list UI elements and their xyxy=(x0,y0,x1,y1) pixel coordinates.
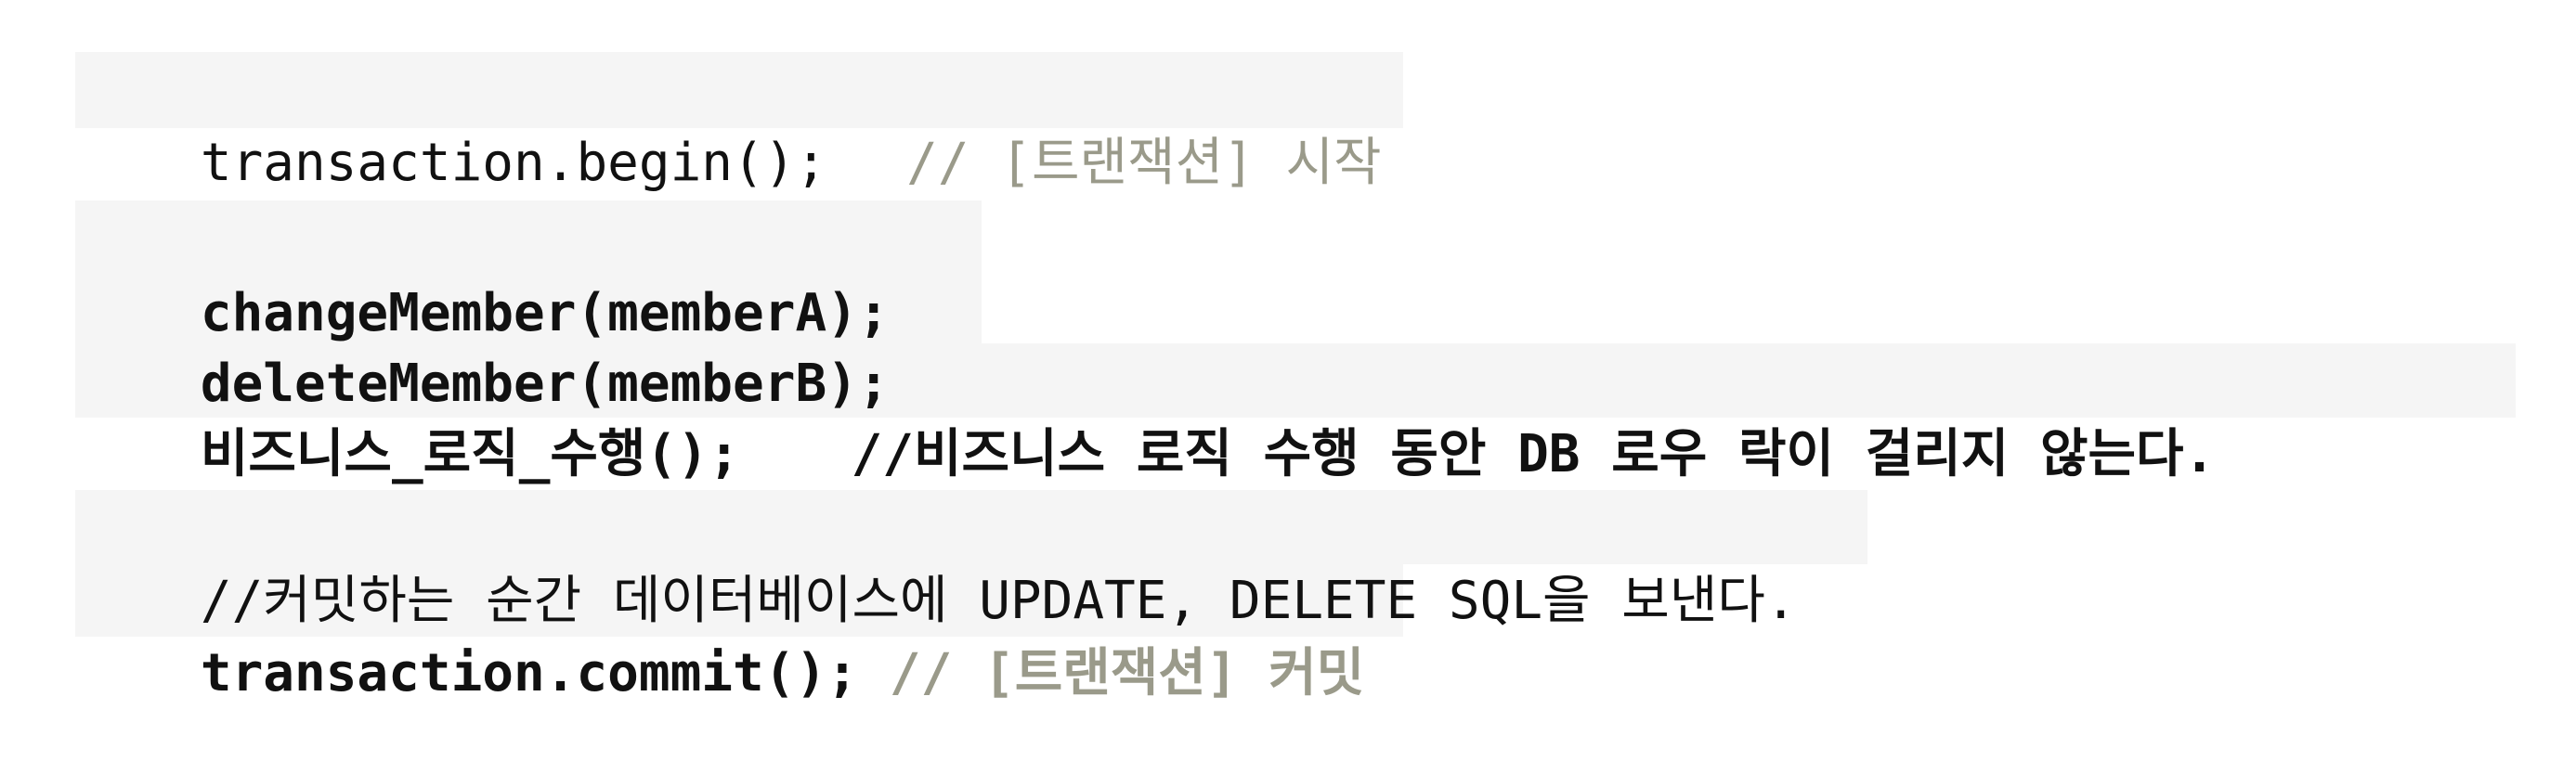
code-line-1: transaction.begin(); // [트랜잭션] 시작 xyxy=(75,52,1382,193)
business-logic-call: 비즈니스_로직_수행(); xyxy=(200,424,740,484)
commit-call: transaction.commit(); xyxy=(200,643,858,703)
business-logic-comment: //비즈니스 로직 수행 동안 DB 로우 락이 걸리지 않는다. xyxy=(851,424,2216,484)
code-line-5: //커밋하는 순간 데이터베이스에 UPDATE, DELETE SQL을 보낸… xyxy=(75,490,1797,631)
code-line-3: deleteMember(memberB); xyxy=(75,273,890,414)
code-line-4: 비즈니스_로직_수행(); //비즈니스 로직 수행 동안 DB 로우 락이 걸리… xyxy=(75,343,2215,484)
code-line-2: changeMember(memberA); xyxy=(75,202,890,343)
code-document: transaction.begin(); // [트랜잭션] 시작 changeM… xyxy=(0,0,2576,761)
commit-comment: // [트랜잭션] 커밋 xyxy=(889,643,1365,703)
code-line-6: transaction.commit(); // [트랜잭션] 커밋 xyxy=(75,562,1364,703)
begin-call: transaction.begin(); xyxy=(200,133,827,193)
begin-comment: // [트랜잭션] 시작 xyxy=(906,133,1382,193)
